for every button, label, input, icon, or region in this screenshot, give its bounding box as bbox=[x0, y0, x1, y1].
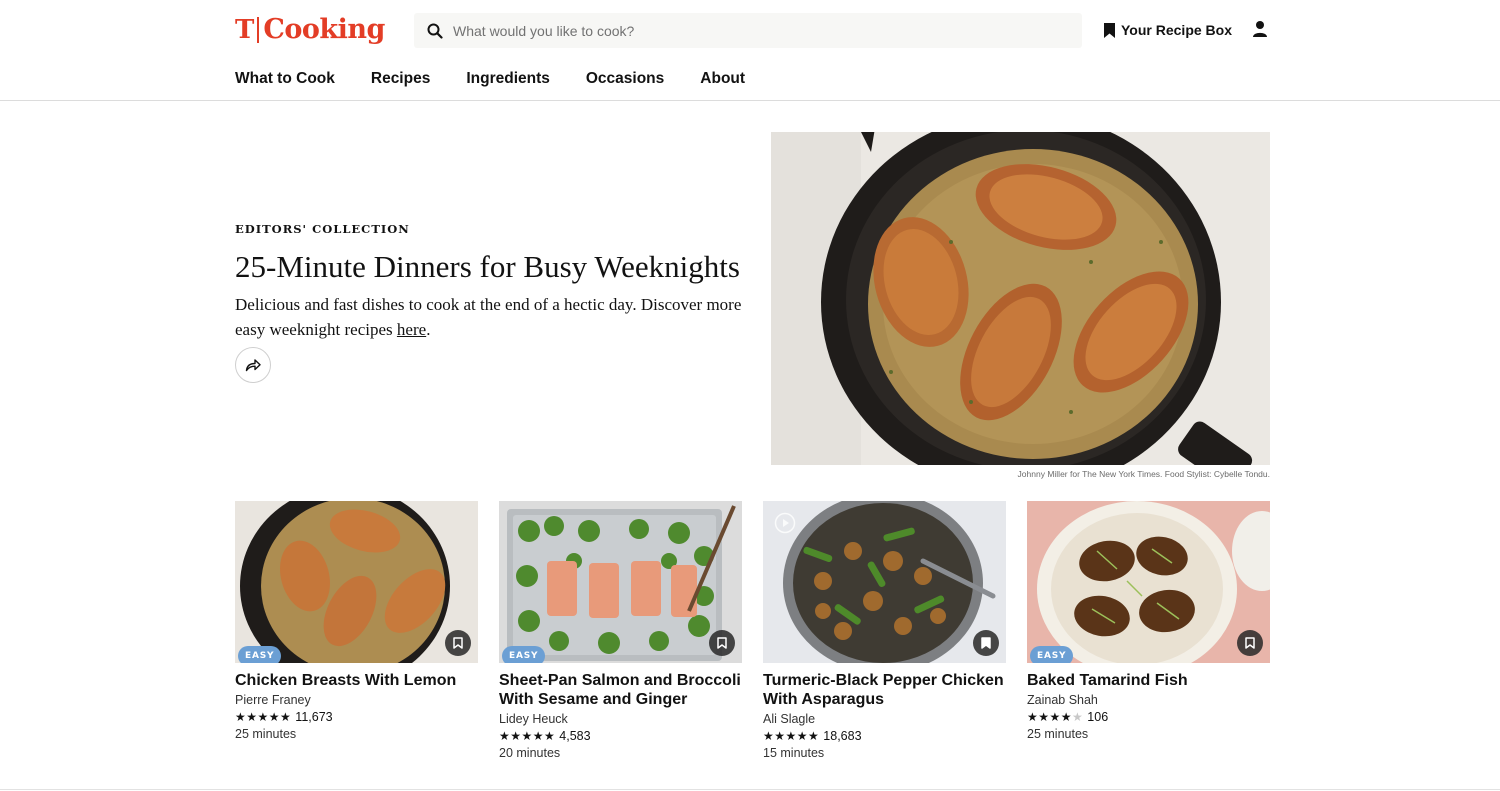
save-recipe-button[interactable] bbox=[973, 630, 999, 656]
account-icon[interactable] bbox=[1251, 20, 1269, 38]
recipe-rating: ★★★★★ 18,683 bbox=[763, 728, 1006, 745]
recipe-author: Zainab Shah bbox=[1027, 693, 1098, 707]
easy-badge: EASY bbox=[502, 646, 546, 663]
recipe-title[interactable]: Baked Tamarind Fish bbox=[1027, 671, 1270, 690]
nav-item-recipes[interactable]: Recipes bbox=[371, 70, 430, 88]
nav-item-what-to-cook[interactable]: What to Cook bbox=[235, 70, 335, 88]
photo-credit: Johnny Miller for The New York Times. Fo… bbox=[1017, 469, 1270, 479]
nav-divider bbox=[0, 100, 1500, 101]
hero-image[interactable] bbox=[771, 132, 1270, 465]
logo-separator bbox=[257, 17, 260, 43]
logo-t-mark: T bbox=[235, 15, 255, 45]
hero-kicker: EDITORS' COLLECTION bbox=[235, 222, 410, 236]
chicken-lemon-photo bbox=[235, 501, 478, 663]
recipe-rating: ★★★★★ 106 bbox=[1027, 709, 1270, 726]
recipe-author: Pierre Franey bbox=[235, 693, 311, 707]
stars-filled: ★★★★ bbox=[1027, 710, 1073, 724]
recipe-card[interactable]: Turmeric-Black Pepper Chicken With Aspar… bbox=[763, 501, 1006, 762]
top-bar: T Cooking Your Recipe Box bbox=[0, 0, 1500, 60]
share-button[interactable] bbox=[235, 347, 271, 383]
bookmark-icon bbox=[981, 637, 991, 649]
main-nav: What to Cook Recipes Ingredients Occasio… bbox=[235, 68, 781, 90]
bottom-divider bbox=[0, 789, 1500, 790]
recipe-rating: ★★★★★ 4,583 bbox=[499, 728, 742, 745]
share-icon bbox=[245, 359, 261, 372]
rating-count: 4,583 bbox=[559, 729, 591, 743]
bookmark-icon bbox=[1245, 637, 1255, 649]
nav-item-occasions[interactable]: Occasions bbox=[586, 70, 664, 88]
star-rating-icon: ★★★★★ bbox=[499, 728, 555, 745]
recipe-card-image[interactable] bbox=[763, 501, 1006, 663]
recipe-card-image[interactable]: EASY bbox=[499, 501, 742, 663]
recipe-box-label: Your Recipe Box bbox=[1121, 22, 1232, 38]
stars-filled: ★★★★★ bbox=[235, 710, 292, 724]
search-input[interactable] bbox=[453, 14, 1053, 47]
salmon-broccoli-photo bbox=[499, 501, 742, 663]
rating-count: 11,673 bbox=[295, 710, 333, 724]
hero-title[interactable]: 25-Minute Dinners for Busy Weeknights bbox=[235, 248, 755, 286]
recipe-title[interactable]: Chicken Breasts With Lemon bbox=[235, 671, 478, 690]
stars-empty: ★ bbox=[1072, 710, 1084, 724]
search-bar[interactable] bbox=[414, 13, 1082, 48]
save-recipe-button[interactable] bbox=[1237, 630, 1263, 656]
star-rating-icon: ★★★★★ bbox=[235, 709, 291, 726]
search-icon bbox=[427, 23, 443, 39]
hero-description-link[interactable]: here bbox=[397, 320, 426, 339]
logo-wordmark: Cooking bbox=[263, 14, 385, 45]
recipe-time: 25 minutes bbox=[235, 727, 297, 741]
recipe-card[interactable]: EASY Baked Tamarind Fish Zainab Shah ★★★… bbox=[1027, 501, 1270, 743]
recipe-time: 15 minutes bbox=[763, 746, 825, 760]
recipe-title[interactable]: Turmeric-Black Pepper Chicken With Aspar… bbox=[763, 671, 1006, 709]
video-play-icon[interactable] bbox=[774, 512, 796, 534]
nav-item-ingredients[interactable]: Ingredients bbox=[466, 70, 550, 88]
rating-count: 106 bbox=[1087, 710, 1109, 724]
recipe-title[interactable]: Sheet-Pan Salmon and Broccoli With Sesam… bbox=[499, 671, 742, 709]
bookmark-icon bbox=[1104, 22, 1115, 38]
star-rating-icon: ★★★★★ bbox=[1027, 709, 1083, 726]
stars-filled: ★★★★★ bbox=[763, 729, 820, 743]
recipe-author: Lidey Heuck bbox=[499, 712, 568, 726]
save-recipe-button[interactable] bbox=[445, 630, 471, 656]
hero-description: Delicious and fast dishes to cook at the… bbox=[235, 292, 745, 342]
nav-item-about[interactable]: About bbox=[700, 70, 745, 88]
bookmark-icon bbox=[717, 637, 727, 649]
hero-description-end: . bbox=[426, 320, 431, 339]
recipe-author: Ali Slagle bbox=[763, 712, 816, 726]
recipe-card[interactable]: EASY Sheet-Pan Salmon and Broccoli With … bbox=[499, 501, 742, 762]
stars-filled: ★★★★★ bbox=[499, 729, 556, 743]
recipe-time: 25 minutes bbox=[1027, 727, 1089, 741]
star-rating-icon: ★★★★★ bbox=[763, 728, 819, 745]
rating-count: 18,683 bbox=[823, 729, 862, 743]
save-recipe-button[interactable] bbox=[709, 630, 735, 656]
tamarind-fish-photo bbox=[1027, 501, 1270, 663]
recipe-time: 20 minutes bbox=[499, 746, 561, 760]
easy-badge: EASY bbox=[238, 646, 282, 663]
recipe-card[interactable]: EASY Chicken Breasts With Lemon Pierre F… bbox=[235, 501, 478, 743]
hero-description-text: Delicious and fast dishes to cook at the… bbox=[235, 295, 742, 339]
recipe-card-image[interactable]: EASY bbox=[1027, 501, 1270, 663]
recipe-box-link[interactable]: Your Recipe Box bbox=[1104, 20, 1232, 40]
bookmark-icon bbox=[453, 637, 463, 649]
recipe-card-image[interactable]: EASY bbox=[235, 501, 478, 663]
nyt-cooking-logo[interactable]: T Cooking bbox=[235, 14, 385, 46]
recipe-rating: ★★★★★ 11,673 bbox=[235, 709, 478, 726]
easy-badge: EASY bbox=[1030, 646, 1074, 663]
turmeric-chicken-photo bbox=[763, 501, 1006, 663]
chicken-skillet-photo bbox=[771, 132, 1270, 465]
